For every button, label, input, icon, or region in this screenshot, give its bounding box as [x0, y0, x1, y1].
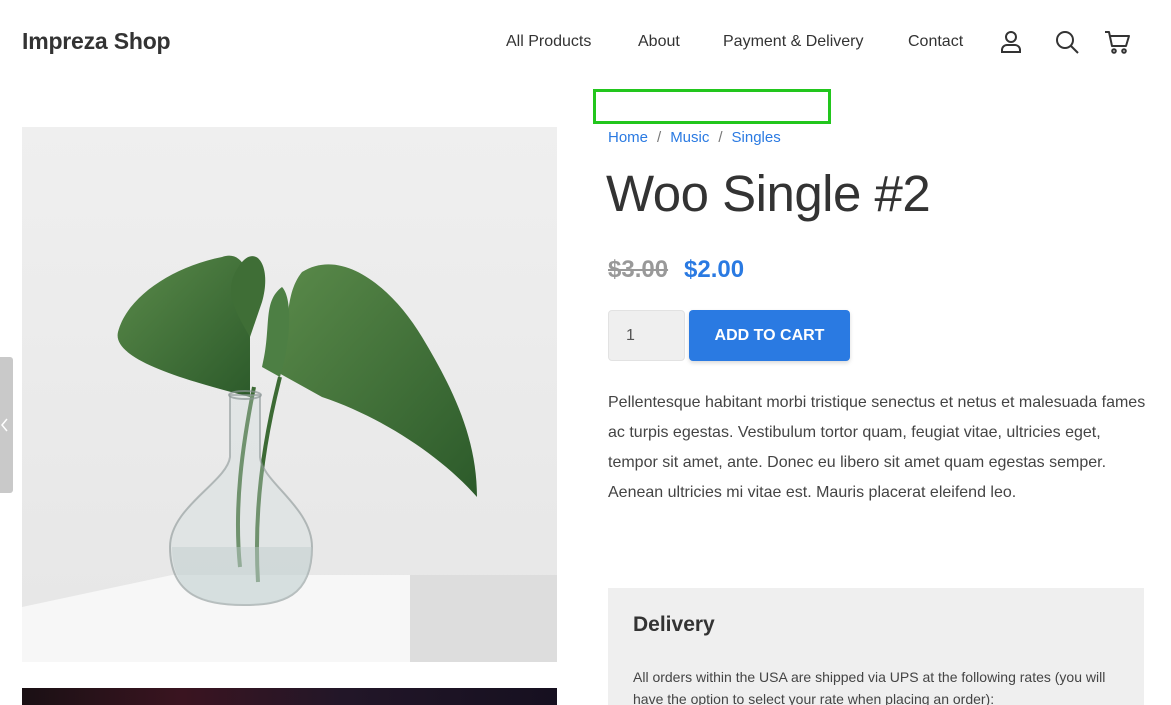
add-to-cart-button[interactable]: ADD TO CART	[689, 310, 850, 361]
chevron-left-icon	[1, 418, 8, 432]
search-icon[interactable]	[1053, 28, 1081, 56]
delivery-title: Delivery	[633, 613, 715, 636]
delivery-panel: Delivery All orders within the USA are s…	[608, 588, 1144, 705]
nav-payment-delivery[interactable]: Payment & Delivery	[723, 33, 864, 51]
breadcrumb-singles[interactable]: Singles	[732, 129, 781, 146]
highlight-box	[593, 89, 831, 124]
site-header: Impreza Shop All Products About Payment …	[0, 0, 1171, 86]
product-title: Woo Single #2	[606, 165, 931, 222]
site-logo[interactable]: Impreza Shop	[22, 28, 171, 55]
product-image[interactable]	[22, 127, 557, 662]
nav-about[interactable]: About	[638, 33, 680, 51]
cart-icon[interactable]	[1103, 28, 1131, 56]
product-description: Pellentesque habitant morbi tristique se…	[608, 394, 1146, 501]
price-sale: $2.00	[684, 256, 745, 283]
product-thumbnail[interactable]	[22, 688, 557, 705]
nav-contact[interactable]: Contact	[908, 33, 963, 51]
nav-all-products[interactable]: All Products	[506, 33, 591, 51]
side-panel-tab[interactable]	[0, 357, 13, 493]
breadcrumb-home[interactable]: Home	[608, 129, 648, 146]
breadcrumb-separator: /	[657, 129, 662, 146]
user-icon[interactable]	[997, 28, 1025, 56]
quantity-input[interactable]	[608, 310, 685, 361]
price-original: $3.00	[608, 256, 669, 283]
breadcrumb-music[interactable]: Music	[670, 129, 709, 146]
breadcrumb-separator: /	[718, 129, 723, 146]
breadcrumb: Home / Music / Singles	[608, 129, 781, 146]
delivery-text: All orders within the USA are shipped vi…	[633, 669, 1106, 705]
